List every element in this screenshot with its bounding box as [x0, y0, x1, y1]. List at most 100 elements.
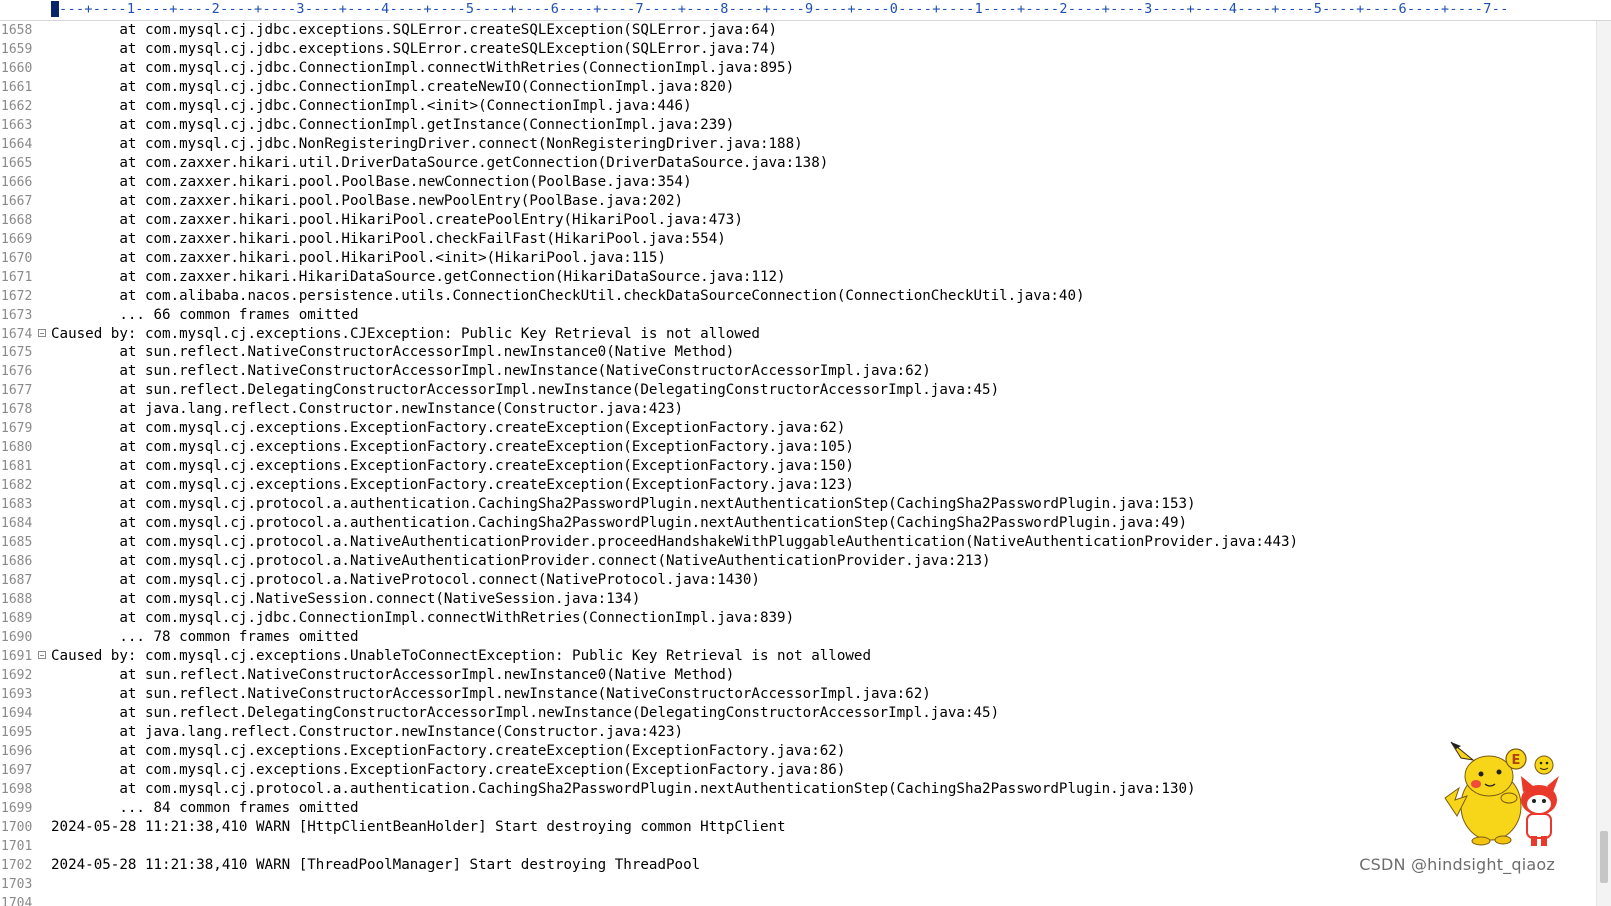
- line-number: 1681: [1, 459, 33, 475]
- editor-line[interactable]: 1687 at com.mysql.cj.protocol.a.NativePr…: [0, 571, 1596, 590]
- line-text: at com.mysql.cj.jdbc.ConnectionImpl.conn…: [51, 59, 795, 76]
- editor-line[interactable]: 1678 at java.lang.reflect.Constructor.ne…: [0, 400, 1596, 419]
- ruler-caret-marker: [51, 1, 59, 17]
- editor-line[interactable]: 1665 at com.zaxxer.hikari.util.DriverDat…: [0, 154, 1596, 173]
- line-text: at com.zaxxer.hikari.pool.PoolBase.newPo…: [51, 192, 684, 209]
- editor-line[interactable]: 1669 at com.zaxxer.hikari.pool.HikariPoo…: [0, 230, 1596, 249]
- line-number: 1672: [1, 288, 33, 304]
- editor-line[interactable]: 1695 at java.lang.reflect.Constructor.ne…: [0, 723, 1596, 742]
- line-number: 1667: [1, 193, 33, 209]
- line-number: 1682: [1, 478, 33, 494]
- text-editor-area[interactable]: 1658 at com.mysql.cj.jdbc.exceptions.SQL…: [0, 21, 1596, 906]
- editor-line[interactable]: 1700 2024-05-28 11:21:38,410 WARN [HttpCl…: [0, 818, 1596, 837]
- editor-line[interactable]: 1679 at com.mysql.cj.exceptions.Exceptio…: [0, 419, 1596, 438]
- editor-line[interactable]: 1683 at com.mysql.cj.protocol.a.authenti…: [0, 495, 1596, 514]
- column-ruler: ---+----1----+----2----+----3----+----4-…: [0, 0, 1611, 21]
- editor-line[interactable]: 1684 at com.mysql.cj.protocol.a.authenti…: [0, 514, 1596, 533]
- line-number: 1688: [1, 592, 33, 608]
- line-text: at com.mysql.cj.exceptions.ExceptionFact…: [51, 420, 846, 437]
- fold-collapse-icon[interactable]: [38, 328, 46, 337]
- editor-line[interactable]: 1680 at com.mysql.cj.exceptions.Exceptio…: [0, 438, 1596, 457]
- line-text: ... 84 common frames omitted: [51, 799, 359, 816]
- editor-line[interactable]: 1658 at com.mysql.cj.jdbc.exceptions.SQL…: [0, 21, 1596, 40]
- line-text: at com.zaxxer.hikari.pool.HikariPool.<in…: [51, 249, 666, 266]
- editor-line[interactable]: 1670 at com.zaxxer.hikari.pool.HikariPoo…: [0, 249, 1596, 268]
- line-text: Caused by: com.mysql.cj.exceptions.Unabl…: [51, 647, 871, 664]
- editor-line[interactable]: 1691 Caused by: com.mysql.cj.exceptions.U…: [0, 647, 1596, 666]
- line-number: 1677: [1, 383, 33, 399]
- line-number: 1704: [1, 895, 33, 906]
- editor-line[interactable]: 1677 at sun.reflect.DelegatingConstructo…: [0, 381, 1596, 400]
- line-number: 1687: [1, 573, 33, 589]
- line-text: at sun.reflect.NativeConstructorAccessor…: [51, 344, 735, 361]
- line-number: 1691: [1, 648, 33, 664]
- editor-line[interactable]: 1681 at com.mysql.cj.exceptions.Exceptio…: [0, 457, 1596, 476]
- editor-line[interactable]: 1688 at com.mysql.cj.NativeSession.conne…: [0, 590, 1596, 609]
- line-number: 1694: [1, 705, 33, 721]
- line-text: at com.mysql.cj.jdbc.ConnectionImpl.getI…: [51, 116, 735, 133]
- editor-line[interactable]: 1699 ... 84 common frames omitted: [0, 799, 1596, 818]
- editor-line[interactable]: 1662 at com.mysql.cj.jdbc.ConnectionImpl…: [0, 97, 1596, 116]
- editor-line[interactable]: 1685 at com.mysql.cj.protocol.a.NativeAu…: [0, 533, 1596, 552]
- editor-line[interactable]: 1671 at com.zaxxer.hikari.HikariDataSour…: [0, 268, 1596, 287]
- line-text: at com.mysql.cj.exceptions.ExceptionFact…: [51, 458, 854, 475]
- editor-line[interactable]: 1660 at com.mysql.cj.jdbc.ConnectionImpl…: [0, 59, 1596, 78]
- line-number: 1661: [1, 79, 33, 95]
- line-text: at com.zaxxer.hikari.pool.HikariPool.che…: [51, 230, 726, 247]
- editor-line[interactable]: 1701: [0, 837, 1596, 856]
- line-number: 1673: [1, 307, 33, 323]
- line-text: at com.mysql.cj.protocol.a.NativeAuthent…: [51, 553, 991, 570]
- line-number: 1671: [1, 269, 33, 285]
- line-number: 1674: [1, 326, 33, 342]
- line-text: at com.mysql.cj.exceptions.ExceptionFact…: [51, 477, 854, 494]
- line-text: at com.zaxxer.hikari.HikariDataSource.ge…: [51, 268, 786, 285]
- line-text: at com.mysql.cj.protocol.a.NativeAuthent…: [51, 534, 1299, 551]
- editor-line[interactable]: 1703: [0, 875, 1596, 894]
- editor-line[interactable]: 1690 ... 78 common frames omitted: [0, 628, 1596, 647]
- editor-line[interactable]: 1697 at com.mysql.cj.exceptions.Exceptio…: [0, 761, 1596, 780]
- editor-line[interactable]: 1664 at com.mysql.cj.jdbc.NonRegistering…: [0, 135, 1596, 154]
- line-number: 1700: [1, 819, 33, 835]
- editor-line[interactable]: 1661 at com.mysql.cj.jdbc.ConnectionImpl…: [0, 78, 1596, 97]
- line-number: 1702: [1, 857, 33, 873]
- line-text: ... 78 common frames omitted: [51, 629, 359, 645]
- line-number: 1698: [1, 781, 33, 797]
- pikachu-sticker-icon: E: [1444, 741, 1559, 846]
- fold-collapse-icon[interactable]: [38, 650, 46, 659]
- line-text: at sun.reflect.NativeConstructorAccessor…: [51, 685, 931, 702]
- editor-line[interactable]: 1686 at com.mysql.cj.protocol.a.NativeAu…: [0, 552, 1596, 571]
- editor-line[interactable]: 1672 at com.alibaba.nacos.persistence.ut…: [0, 287, 1596, 306]
- editor-line[interactable]: 1702 2024-05-28 11:21:38,410 WARN [Thread…: [0, 856, 1596, 875]
- csdn-watermark: CSDN @hindsight_qiaoz: [1359, 855, 1555, 874]
- line-number: 1701: [1, 838, 33, 854]
- line-number: 1685: [1, 535, 33, 551]
- editor-line[interactable]: 1704: [0, 894, 1596, 906]
- editor-line[interactable]: 1663 at com.mysql.cj.jdbc.ConnectionImpl…: [0, 116, 1596, 135]
- vertical-scrollbar[interactable]: [1596, 21, 1611, 906]
- editor-line[interactable]: 1682 at com.mysql.cj.exceptions.Exceptio…: [0, 476, 1596, 495]
- scrollbar-thumb[interactable]: [1600, 831, 1608, 883]
- editor-line[interactable]: 1666 at com.zaxxer.hikari.pool.PoolBase.…: [0, 173, 1596, 192]
- line-number: 1695: [1, 724, 33, 740]
- editor-line[interactable]: 1698 at com.mysql.cj.protocol.a.authenti…: [0, 780, 1596, 799]
- editor-line[interactable]: 1676 at sun.reflect.NativeConstructorAcc…: [0, 362, 1596, 381]
- editor-line[interactable]: 1693 at sun.reflect.NativeConstructorAcc…: [0, 685, 1596, 704]
- line-text: at com.mysql.cj.protocol.a.authenticatio…: [51, 780, 1196, 797]
- editor-line[interactable]: 1696 at com.mysql.cj.exceptions.Exceptio…: [0, 742, 1596, 761]
- line-number: 1693: [1, 686, 33, 702]
- line-number: 1680: [1, 440, 33, 456]
- line-number: 1665: [1, 155, 33, 171]
- editor-line[interactable]: 1673 ... 66 common frames omitted: [0, 306, 1596, 325]
- line-number: 1703: [1, 876, 33, 892]
- line-number: 1690: [1, 630, 33, 645]
- editor-line[interactable]: 1667 at com.zaxxer.hikari.pool.PoolBase.…: [0, 192, 1596, 211]
- editor-line[interactable]: 1694 at sun.reflect.DelegatingConstructo…: [0, 704, 1596, 723]
- line-text: at sun.reflect.DelegatingConstructorAcce…: [51, 704, 1000, 721]
- editor-line[interactable]: 1689 at com.mysql.cj.jdbc.ConnectionImpl…: [0, 609, 1596, 628]
- line-text: ... 66 common frames omitted: [51, 306, 359, 323]
- editor-line[interactable]: 1675 at sun.reflect.NativeConstructorAcc…: [0, 343, 1596, 362]
- editor-line[interactable]: 1668 at com.zaxxer.hikari.pool.HikariPoo…: [0, 211, 1596, 230]
- editor-line[interactable]: 1674 Caused by: com.mysql.cj.exceptions.C…: [0, 325, 1596, 344]
- editor-line[interactable]: 1692 at sun.reflect.NativeConstructorAcc…: [0, 666, 1596, 685]
- editor-line[interactable]: 1659 at com.mysql.cj.jdbc.exceptions.SQL…: [0, 40, 1596, 59]
